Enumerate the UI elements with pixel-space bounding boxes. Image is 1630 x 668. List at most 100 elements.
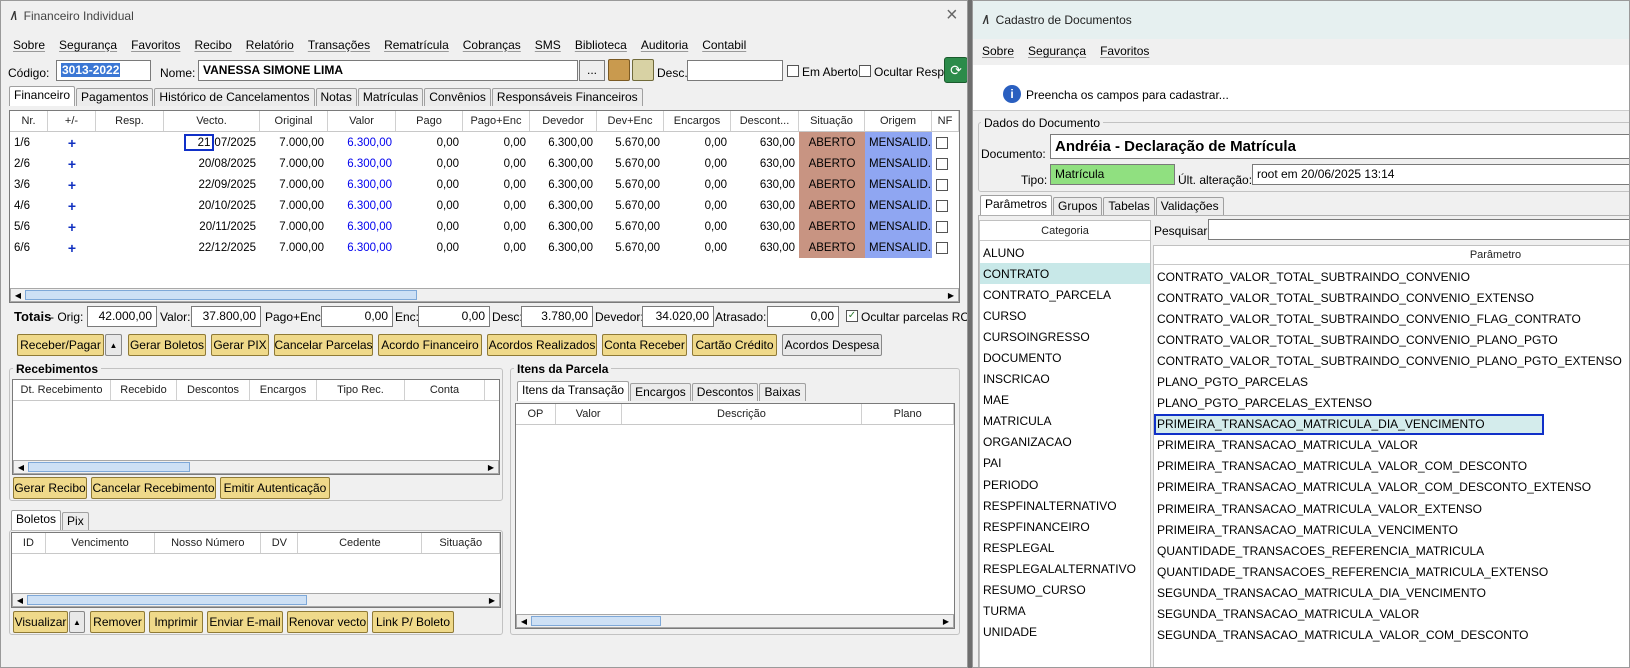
column-header[interactable]: Descontos: [177, 380, 250, 400]
column-header[interactable]: Recebido: [111, 380, 177, 400]
list-item[interactable]: PERIODO: [980, 474, 1150, 495]
list-item[interactable]: RESPFINALTERNATIVO: [980, 495, 1150, 516]
menu-biblioteca[interactable]: Biblioteca: [575, 38, 627, 52]
list-item[interactable]: PRIMEIRA_TRANSACAO_MATRICULA_VENCIMENTO: [1154, 519, 1629, 540]
column-header[interactable]: Nosso Número: [155, 533, 262, 553]
recebimentos-scrollbar[interactable]: ◀ ▶: [13, 460, 499, 474]
nf-checkbox-box[interactable]: [936, 241, 948, 254]
list-item[interactable]: PRIMEIRA_TRANSACAO_MATRICULA_VALOR_EXTEN…: [1154, 498, 1629, 519]
gerar-boletos-button[interactable]: Gerar Boletos: [128, 334, 206, 356]
column-header[interactable]: Situação: [422, 533, 500, 553]
table-row[interactable]: 4/6 +20/10/2025 7.000,00 6.300,00 0,00 0,00 6.…: [10, 195, 959, 216]
column-header[interactable]: Plano: [862, 404, 954, 424]
column-header[interactable]: Descrição: [622, 404, 863, 424]
gerar-recibo-button[interactable]: Gerar Recibo: [13, 477, 87, 499]
list-item[interactable]: TURMA: [980, 601, 1150, 622]
column-header[interactable]: Situação: [799, 111, 865, 131]
table-row[interactable]: 1/6 +21 07/2025 7.000,00 6.300,00 0,00 0,00 6.3…: [10, 132, 959, 153]
tab-responsaveis-financeiros[interactable]: Responsáveis Financeiros: [491, 88, 643, 106]
scroll-right-icon[interactable]: ▶: [484, 461, 498, 473]
tab-descontos[interactable]: Descontos: [691, 383, 759, 401]
column-header[interactable]: Vencimento: [46, 533, 156, 553]
column-header[interactable]: ID: [12, 533, 46, 553]
column-header[interactable]: Origem: [865, 111, 932, 131]
table-row[interactable]: 5/6 +20/11/2025 7.000,00 6.300,00 0,00 0,00 6.…: [10, 216, 959, 237]
list-item[interactable]: MATRICULA: [980, 411, 1150, 432]
gerar-pix-button[interactable]: Gerar PIX: [211, 334, 269, 356]
enviar-email-button[interactable]: Enviar E-mail: [207, 611, 283, 633]
tab-pix[interactable]: Pix: [62, 512, 89, 530]
nf-checkbox[interactable]: [932, 216, 959, 237]
menu-transacoes[interactable]: Transações: [308, 38, 370, 52]
tab-notas[interactable]: Notas: [315, 88, 357, 106]
list-item[interactable]: CONTRATO_VALOR_TOTAL_SUBTRAINDO_CONVENIO…: [1154, 287, 1629, 308]
scroll-thumb[interactable]: [25, 290, 417, 300]
tab-matriculas[interactable]: Matrículas: [357, 88, 424, 106]
column-header[interactable]: DV: [261, 533, 299, 553]
column-header[interactable]: Original: [260, 111, 328, 131]
visualizar-button[interactable]: Visualizar: [13, 611, 68, 633]
acordo-financeiro-button[interactable]: Acordo Financeiro: [378, 334, 482, 356]
parcelas-scrollbar[interactable]: ◀ ▶: [10, 288, 959, 302]
tab-financeiro[interactable]: Financeiro: [9, 86, 76, 106]
list-item[interactable]: CONTRATO_VALOR_TOTAL_SUBTRAINDO_CONVENIO…: [1154, 308, 1629, 329]
imprimir-button[interactable]: Imprimir: [149, 611, 203, 633]
close-icon[interactable]: ×: [946, 4, 958, 27]
tab-validacoes[interactable]: Validações: [1155, 197, 1224, 215]
column-header[interactable]: Conta: [405, 380, 485, 400]
nf-checkbox-box[interactable]: [936, 136, 948, 149]
scroll-left-icon[interactable]: ◀: [14, 461, 28, 473]
column-header[interactable]: OP: [516, 404, 556, 424]
receber-dropdown-icon[interactable]: ▲: [105, 334, 122, 356]
notes-icon[interactable]: [632, 59, 654, 81]
boletos-scrollbar[interactable]: ◀ ▶: [12, 593, 500, 607]
menu-favoritos[interactable]: Favoritos: [1100, 44, 1149, 58]
desc-input[interactable]: [687, 60, 783, 81]
documento-input[interactable]: Andréia - Declaração de Matrícula: [1050, 134, 1629, 159]
column-header[interactable]: Valor: [328, 111, 396, 131]
list-item[interactable]: CONTRATO_VALOR_TOTAL_SUBTRAINDO_CONVENIO: [1154, 266, 1629, 287]
menu-seguranca[interactable]: Segurança: [59, 38, 117, 52]
menu-sobre[interactable]: Sobre: [13, 38, 45, 52]
scroll-left-icon[interactable]: ◀: [11, 289, 25, 301]
list-item[interactable]: RESPFINANCEIRO: [980, 516, 1150, 537]
column-header[interactable]: Vecto.: [164, 111, 260, 131]
scroll-right-icon[interactable]: ▶: [939, 615, 953, 627]
scroll-left-icon[interactable]: ◀: [517, 615, 531, 627]
table-row[interactable]: 6/6 +22/12/2025 7.000,00 6.300,00 0,00 0,00 6.…: [10, 237, 959, 258]
list-item[interactable]: UNIDADE: [980, 622, 1150, 643]
list-item[interactable]: QUANTIDADE_TRANSACOES_REFERENCIA_MATRICU…: [1154, 561, 1629, 582]
list-item[interactable]: PLANO_PGTO_PARCELAS: [1154, 371, 1629, 392]
menu-seguranca[interactable]: Segurança: [1028, 44, 1086, 58]
scroll-left-icon[interactable]: ◀: [13, 594, 27, 606]
column-header[interactable]: Dev+Enc: [597, 111, 664, 131]
nf-checkbox[interactable]: [932, 237, 959, 258]
table-row[interactable]: 2/6 +20/08/2025 7.000,00 6.300,00 0,00 0,00 6.…: [10, 153, 959, 174]
menu-sms[interactable]: SMS: [535, 38, 561, 52]
tab-tabelas[interactable]: Tabelas: [1103, 197, 1155, 215]
list-item[interactable]: RESPLEGAL: [980, 537, 1150, 558]
scroll-thumb[interactable]: [27, 595, 307, 605]
column-header[interactable]: Pago+Enc: [463, 111, 530, 131]
list-item[interactable]: CURSO: [980, 305, 1150, 326]
list-item[interactable]: MAE: [980, 390, 1150, 411]
link-boleto-button[interactable]: Link P/ Boleto: [372, 611, 454, 633]
list-item[interactable]: ORGANIZACAO: [980, 432, 1150, 453]
scroll-right-icon[interactable]: ▶: [485, 594, 499, 606]
column-header[interactable]: Valor: [556, 404, 622, 424]
list-item[interactable]: ALUNO: [980, 242, 1150, 263]
tab-parametros[interactable]: Parâmetros: [980, 195, 1053, 215]
nf-checkbox-box[interactable]: [936, 199, 948, 212]
itens-scrollbar[interactable]: ◀ ▶: [516, 614, 954, 628]
table-row[interactable]: 3/6 +22/09/2025 7.000,00 6.300,00 0,00 0,00 6.…: [10, 174, 959, 195]
list-item[interactable]: PAI: [980, 453, 1150, 474]
cancelar-recebimento-button[interactable]: Cancelar Recebimento: [91, 477, 216, 499]
nf-checkbox-box[interactable]: [936, 220, 948, 233]
list-item[interactable]: RESUMO_CURSO: [980, 580, 1150, 601]
tab-pagamentos[interactable]: Pagamentos: [76, 88, 154, 106]
menu-favoritos[interactable]: Favoritos: [131, 38, 180, 52]
menu-rematricula[interactable]: Rematrícula: [384, 38, 449, 52]
list-item[interactable]: PRIMEIRA_TRANSACAO_MATRICULA_VALOR: [1154, 435, 1629, 456]
list-item[interactable]: CONTRATO_PARCELA: [980, 284, 1150, 305]
list-item[interactable]: SEGUNDA_TRANSACAO_MATRICULA_DIA_VENCIMEN…: [1154, 582, 1629, 603]
